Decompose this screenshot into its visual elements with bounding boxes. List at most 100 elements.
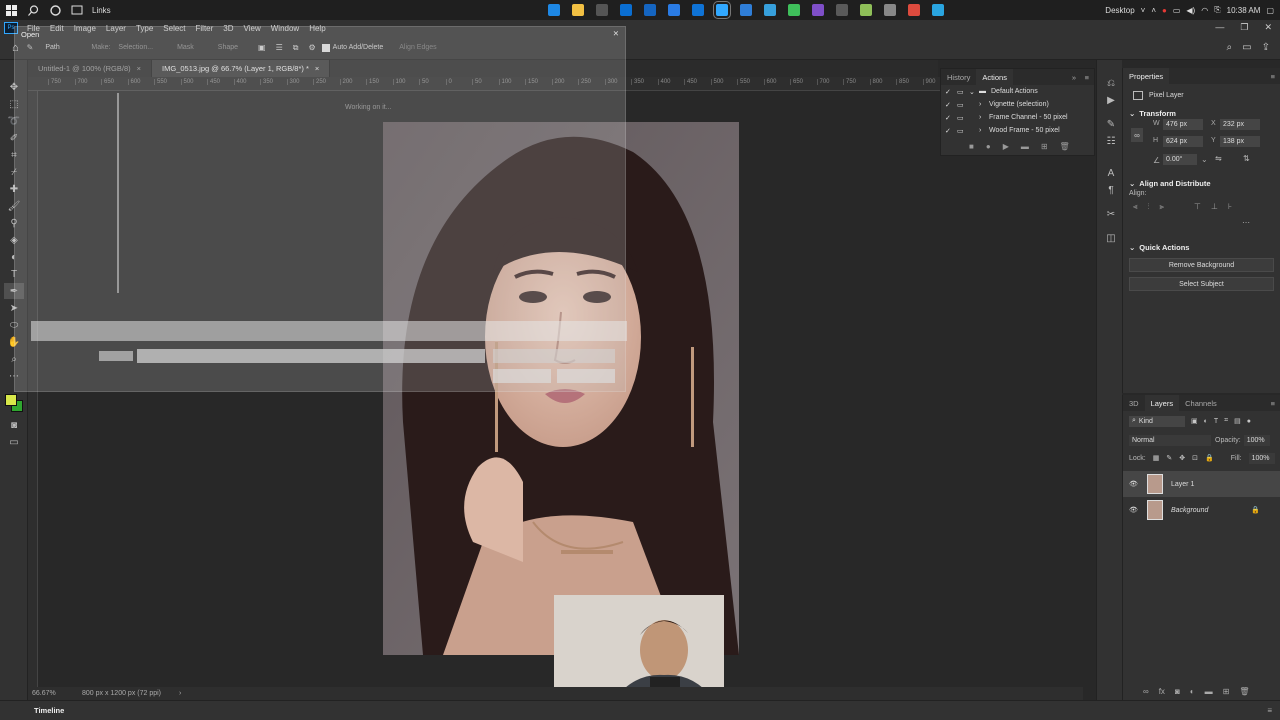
tools-preset-icon[interactable]: ✂ xyxy=(1101,206,1121,222)
timeline-tab[interactable]: Timeline xyxy=(34,706,64,715)
new-action-icon[interactable]: ⊞ xyxy=(1041,142,1048,151)
task-view-icon[interactable] xyxy=(69,3,85,17)
trash-icon[interactable]: 🗑 xyxy=(1239,687,1249,696)
open-dialog[interactable]: Open ✕ Working on it... xyxy=(14,26,627,392)
action-item[interactable]: ✓ ▭ › Frame Channel - 50 pixel xyxy=(941,111,1094,124)
taskbar-app-notepad-icon[interactable] xyxy=(860,4,872,16)
height-field[interactable]: 624 px xyxy=(1163,136,1203,147)
check-icon[interactable]: ✓ xyxy=(945,101,957,109)
align-bottom-icon[interactable]: ⊦ xyxy=(1228,202,1232,218)
wifi-icon[interactable]: ◠ xyxy=(1201,6,1208,15)
filter-type-icon[interactable]: T xyxy=(1214,418,1218,425)
filter-smart-icon[interactable]: ▤ xyxy=(1234,417,1241,425)
paragraph-panel-icon[interactable]: ¶ xyxy=(1101,182,1121,198)
eye-icon[interactable]: 👁 xyxy=(1129,480,1147,488)
lock-icon[interactable]: 🔒 xyxy=(1251,506,1260,514)
zoom-level[interactable]: 66.67% xyxy=(32,690,72,697)
link-icon[interactable]: ∞ xyxy=(1131,128,1143,142)
screen-mode-icon[interactable]: ▭ xyxy=(4,434,24,450)
filter-toggle-icon[interactable]: ● xyxy=(1247,418,1251,425)
action-item[interactable]: ✓ ▭ › Vignette (selection) xyxy=(941,98,1094,111)
select-subject-button[interactable]: Select Subject xyxy=(1129,277,1274,291)
width-field[interactable]: 476 px xyxy=(1163,119,1203,130)
antivirus-icon[interactable]: ● xyxy=(1162,6,1167,15)
trash-icon[interactable]: 🗑 xyxy=(1060,142,1070,151)
action-item[interactable]: ✓ ▭ › Wood Frame - 50 pixel xyxy=(941,124,1094,137)
tab-properties[interactable]: Properties xyxy=(1123,68,1170,84)
search-icon[interactable] xyxy=(25,3,41,17)
taskbar-app-mail-icon[interactable] xyxy=(620,4,632,16)
cancel-button[interactable] xyxy=(557,369,615,383)
check-icon[interactable]: ✓ xyxy=(945,88,957,96)
quick-mask-icon[interactable]: ◙ xyxy=(4,417,24,433)
layer-name[interactable]: Background xyxy=(1171,507,1208,514)
language-icon[interactable]: ⎘ xyxy=(1214,5,1220,15)
taskbar-app-calculator-icon[interactable] xyxy=(836,4,848,16)
record-icon[interactable]: ● xyxy=(986,142,991,151)
chevron-right-icon[interactable]: › xyxy=(979,101,989,108)
dialog-toggle-icon[interactable]: ▭ xyxy=(957,127,969,135)
tab-actions[interactable]: Actions xyxy=(976,69,1013,85)
restore-icon[interactable]: ❐ xyxy=(1240,22,1248,33)
close-icon[interactable]: ✕ xyxy=(1264,22,1272,33)
workspace-icon[interactable]: ▭ xyxy=(1242,42,1251,53)
chevron-up-icon[interactable]: ˄ xyxy=(1151,6,1156,15)
notification-icon[interactable]: ▢ xyxy=(1266,6,1274,15)
angle-field[interactable]: 0.00° xyxy=(1163,154,1197,165)
flip-vertical-icon[interactable]: ⇅ xyxy=(1243,154,1250,163)
clock[interactable]: 10:38 AM xyxy=(1227,6,1261,15)
flip-horizontal-icon[interactable]: ⇋ xyxy=(1215,154,1222,163)
taskbar-app-browser-icon[interactable] xyxy=(644,4,656,16)
stop-icon[interactable]: ■ xyxy=(969,142,974,151)
transform-section-header[interactable]: ⌄ Transform xyxy=(1123,106,1280,120)
volume-icon[interactable]: ◀) xyxy=(1186,6,1195,15)
fill-field[interactable]: 100% xyxy=(1248,452,1275,464)
chevron-right-icon[interactable]: › xyxy=(979,114,989,121)
taskbar-app-settings-icon[interactable] xyxy=(884,4,896,16)
tab-history[interactable]: History xyxy=(941,69,976,85)
share-icon[interactable]: ⇪ xyxy=(1262,42,1270,53)
opacity-field[interactable]: 100% xyxy=(1243,434,1270,446)
taskbar-app-viber-icon[interactable] xyxy=(812,4,824,16)
x-field[interactable]: 232 px xyxy=(1220,119,1260,130)
taskbar-app-photos-icon[interactable] xyxy=(740,4,752,16)
cortana-icon[interactable] xyxy=(47,3,63,17)
collapse-icon[interactable]: » xyxy=(1072,73,1076,82)
new-group-icon[interactable]: ▬ xyxy=(1205,687,1213,696)
menu-icon[interactable]: ≡ xyxy=(1271,72,1275,81)
check-icon[interactable]: ✓ xyxy=(945,114,957,122)
eye-icon[interactable]: 👁 xyxy=(1129,506,1147,514)
taskbar-app-chrome-icon[interactable] xyxy=(908,4,920,16)
dialog-toggle-icon[interactable]: ▭ xyxy=(957,88,969,96)
windows-start-icon[interactable] xyxy=(3,3,19,17)
menu-icon[interactable]: ≡ xyxy=(1271,399,1275,408)
desktop-label[interactable]: Desktop xyxy=(1105,6,1134,15)
layer-row-background[interactable]: 👁 Background 🔒 xyxy=(1123,497,1280,523)
taskbar-app-whatsapp-icon[interactable] xyxy=(788,4,800,16)
network-icon[interactable]: ▭ xyxy=(1173,6,1181,15)
search-icon[interactable]: ⌕ xyxy=(1227,42,1233,53)
align-middle-icon[interactable]: ⊥ xyxy=(1211,202,1218,218)
menu-icon[interactable]: ≡ xyxy=(1085,73,1089,82)
more-options-icon[interactable]: ⋯ xyxy=(1123,218,1280,240)
chevron-down-icon[interactable]: ⌄ xyxy=(969,88,979,96)
taskbar-app-store-icon[interactable] xyxy=(596,4,608,16)
file-type-select[interactable] xyxy=(493,349,615,363)
align-top-icon[interactable]: ⊤ xyxy=(1194,202,1201,218)
remove-background-button[interactable]: Remove Background xyxy=(1129,258,1274,272)
chevron-right-icon[interactable]: › xyxy=(979,127,989,134)
filename-input[interactable] xyxy=(137,349,485,363)
taskbar-app-screen-tool-icon[interactable] xyxy=(932,4,944,16)
align-center-icon[interactable]: ⫶ xyxy=(1148,202,1150,218)
add-mask-icon[interactable]: ◙ xyxy=(1175,687,1180,696)
menu-icon[interactable]: ≡ xyxy=(1267,706,1272,715)
lock-position-icon[interactable]: ✥ xyxy=(1179,454,1185,462)
filter-kind-select[interactable]: ⌕ Kind xyxy=(1129,415,1185,427)
libraries-panel-icon[interactable]: ◫ xyxy=(1101,230,1121,246)
history-panel-icon[interactable]: ⎌ xyxy=(1101,75,1121,91)
align-right-icon[interactable]: ⫸ xyxy=(1160,202,1165,218)
play-icon[interactable]: ▶ xyxy=(1003,142,1009,151)
tab-layers[interactable]: Layers xyxy=(1144,395,1180,411)
taskbar-app-photoshop-icon[interactable] xyxy=(713,1,731,19)
link-layers-icon[interactable]: ∞ xyxy=(1143,687,1149,696)
